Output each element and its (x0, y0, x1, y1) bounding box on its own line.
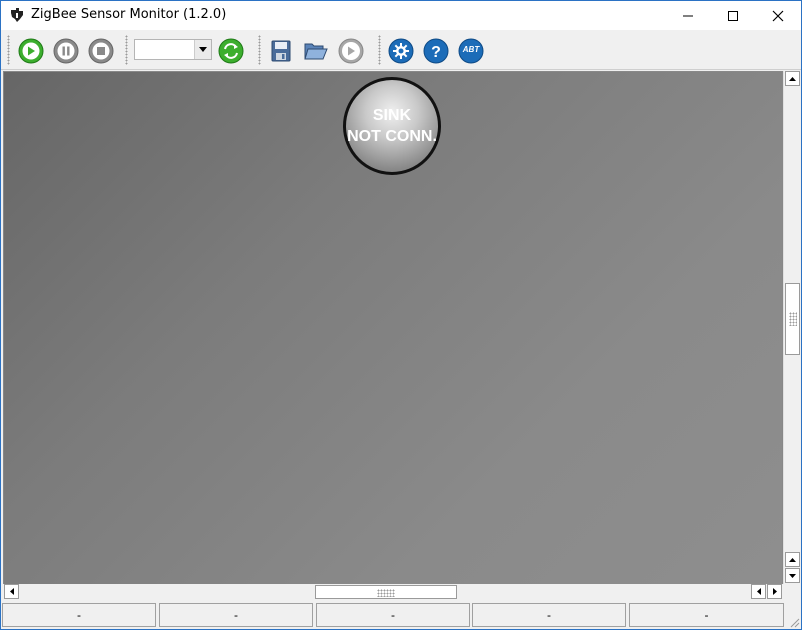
scroll-up-button[interactable] (785, 71, 800, 86)
sink-node-status: NOT CONN. (347, 128, 437, 145)
open-folder-button[interactable] (303, 38, 329, 64)
chevron-down-icon (789, 573, 796, 578)
help-button[interactable]: ? (423, 38, 449, 64)
chevron-left-icon (756, 588, 761, 595)
stop-icon (97, 47, 105, 55)
status-cell: - (2, 603, 156, 627)
window-title: ZigBee Sensor Monitor (1.2.0) (31, 7, 227, 22)
status-cell: - (316, 603, 470, 627)
toolbar-grip[interactable] (7, 35, 10, 65)
scroll-left-button[interactable] (4, 584, 19, 599)
chevron-up-icon (789, 557, 796, 562)
vertical-scroll-thumb[interactable] (785, 283, 800, 355)
maximize-icon (728, 10, 738, 21)
play-button[interactable] (18, 38, 44, 64)
close-icon (772, 10, 784, 21)
network-canvas[interactable]: SINK NOT CONN. (3, 71, 783, 585)
scroll-right-button[interactable] (767, 584, 782, 599)
sink-node[interactable]: SINK NOT CONN. (343, 77, 441, 175)
about-icon-label: ABT (462, 45, 480, 54)
scroll-down-button[interactable] (785, 552, 800, 567)
resize-grip-icon[interactable] (788, 616, 800, 628)
save-button[interactable] (268, 38, 294, 64)
minimize-button[interactable] (665, 1, 711, 30)
title-bar[interactable]: ZigBee Sensor Monitor (1.2.0) (1, 1, 801, 30)
chevron-up-icon (789, 76, 796, 81)
toolbar-grip[interactable] (125, 35, 128, 65)
sink-node-title: SINK (372, 107, 412, 124)
ti-logo-icon (11, 8, 23, 22)
chevron-down-icon (199, 47, 207, 52)
close-button[interactable] (755, 1, 801, 30)
refresh-button[interactable] (218, 38, 244, 64)
save-icon (271, 40, 291, 62)
chevron-left-icon (9, 588, 14, 595)
help-icon: ? (431, 44, 441, 61)
scroll-corner (783, 584, 800, 600)
replay-button[interactable] (338, 38, 364, 64)
scroll-left-end-button[interactable] (751, 584, 766, 599)
horizontal-scroll-thumb[interactable] (315, 585, 457, 599)
status-cell: - (159, 603, 313, 627)
status-bar: - - - - - (1, 601, 801, 629)
app-window: ZigBee Sensor Monitor (1.2.0) ? ABT SINK… (0, 0, 802, 630)
toolbar: ? ABT (1, 31, 801, 70)
stop-button[interactable] (88, 38, 114, 64)
maximize-button[interactable] (710, 1, 756, 30)
toolbar-grip[interactable] (378, 35, 381, 65)
about-button[interactable]: ABT (458, 38, 484, 64)
horizontal-scrollbar[interactable] (3, 584, 783, 600)
status-cell: - (472, 603, 626, 627)
dropdown-arrow[interactable] (194, 40, 211, 59)
port-select[interactable] (134, 39, 212, 60)
chevron-right-icon (772, 588, 777, 595)
minimize-icon (683, 15, 693, 16)
thumb-grip (377, 589, 395, 597)
thumb-grip (789, 312, 797, 326)
pause-button[interactable] (53, 38, 79, 64)
settings-button[interactable] (388, 38, 414, 64)
status-cell: - (629, 603, 784, 627)
toolbar-grip[interactable] (258, 35, 261, 65)
scroll-bottom-button[interactable] (785, 568, 800, 583)
vertical-scrollbar[interactable] (783, 71, 801, 585)
open-folder-icon (304, 43, 328, 60)
